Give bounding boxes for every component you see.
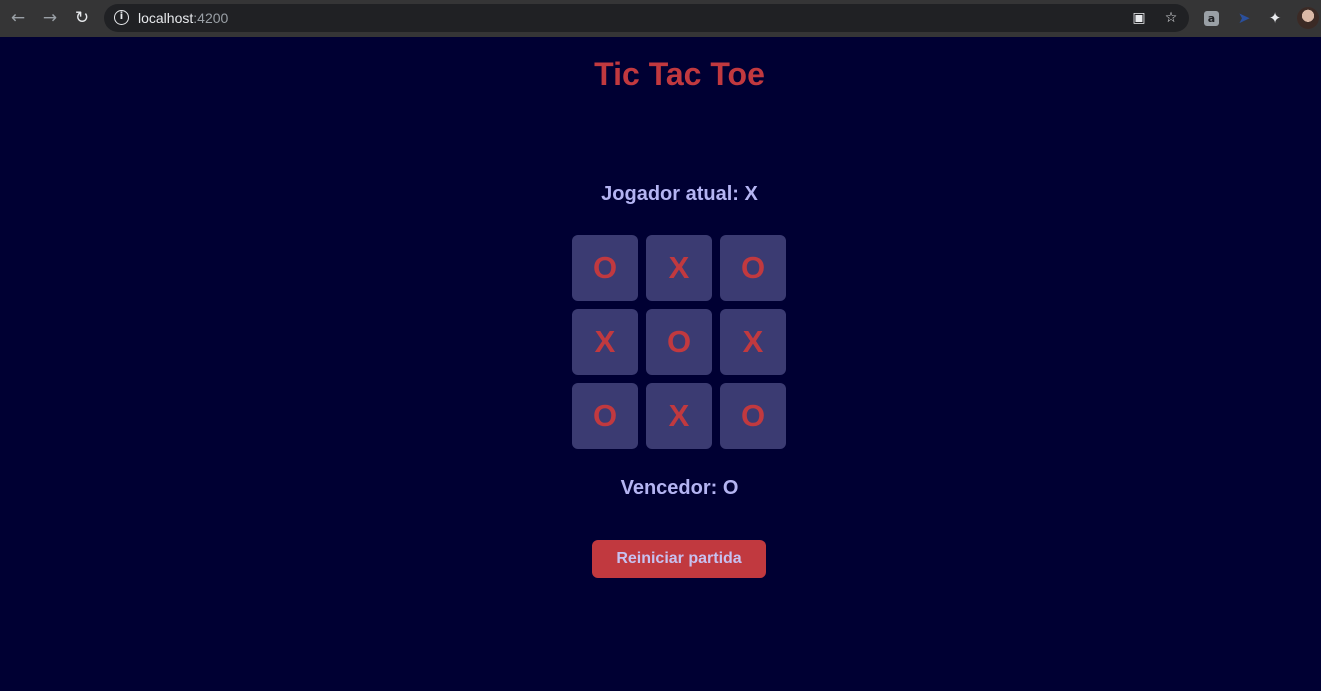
translate-icon[interactable]: ▣ [1131, 10, 1147, 26]
forward-icon[interactable]: → [40, 8, 60, 28]
game-board: O X O X O X O X O [572, 235, 786, 449]
url-text[interactable]: localhost:4200 [138, 10, 228, 26]
board-cell-8[interactable]: X [646, 383, 712, 449]
site-info-icon[interactable]: i [114, 10, 129, 25]
url-port: :4200 [193, 10, 229, 26]
current-player-label: Jogador atual: X [601, 183, 758, 205]
bookmark-star-icon[interactable]: ☆ [1163, 10, 1179, 26]
url-host: localhost [138, 10, 194, 26]
extensions-puzzle-icon[interactable]: ✦ [1266, 9, 1284, 27]
address-bar[interactable]: i localhost:4200 ▣ ☆ [104, 4, 1189, 32]
board-cell-5[interactable]: O [646, 309, 712, 375]
restart-button[interactable]: Reiniciar partida [592, 540, 766, 578]
board-cell-1[interactable]: O [572, 235, 638, 301]
browser-toolbar: ← → ↻ i localhost:4200 ▣ ☆ a ➤ ✦ [0, 0, 1321, 37]
winner-label: Vencedor: O [620, 477, 739, 499]
board-cell-4[interactable]: X [572, 309, 638, 375]
reload-icon[interactable]: ↻ [72, 8, 92, 28]
board-cell-6[interactable]: X [720, 309, 786, 375]
back-icon[interactable]: ← [8, 8, 28, 28]
board-cell-2[interactable]: X [646, 235, 712, 301]
board-cell-3[interactable]: O [720, 235, 786, 301]
extension-a-icon[interactable]: a [1204, 11, 1219, 26]
extension-bird-icon[interactable]: ➤ [1235, 9, 1253, 27]
profile-avatar[interactable] [1297, 7, 1319, 29]
board-cell-9[interactable]: O [720, 383, 786, 449]
board-cell-7[interactable]: O [572, 383, 638, 449]
page-title: Tic Tac Toe [594, 56, 765, 92]
